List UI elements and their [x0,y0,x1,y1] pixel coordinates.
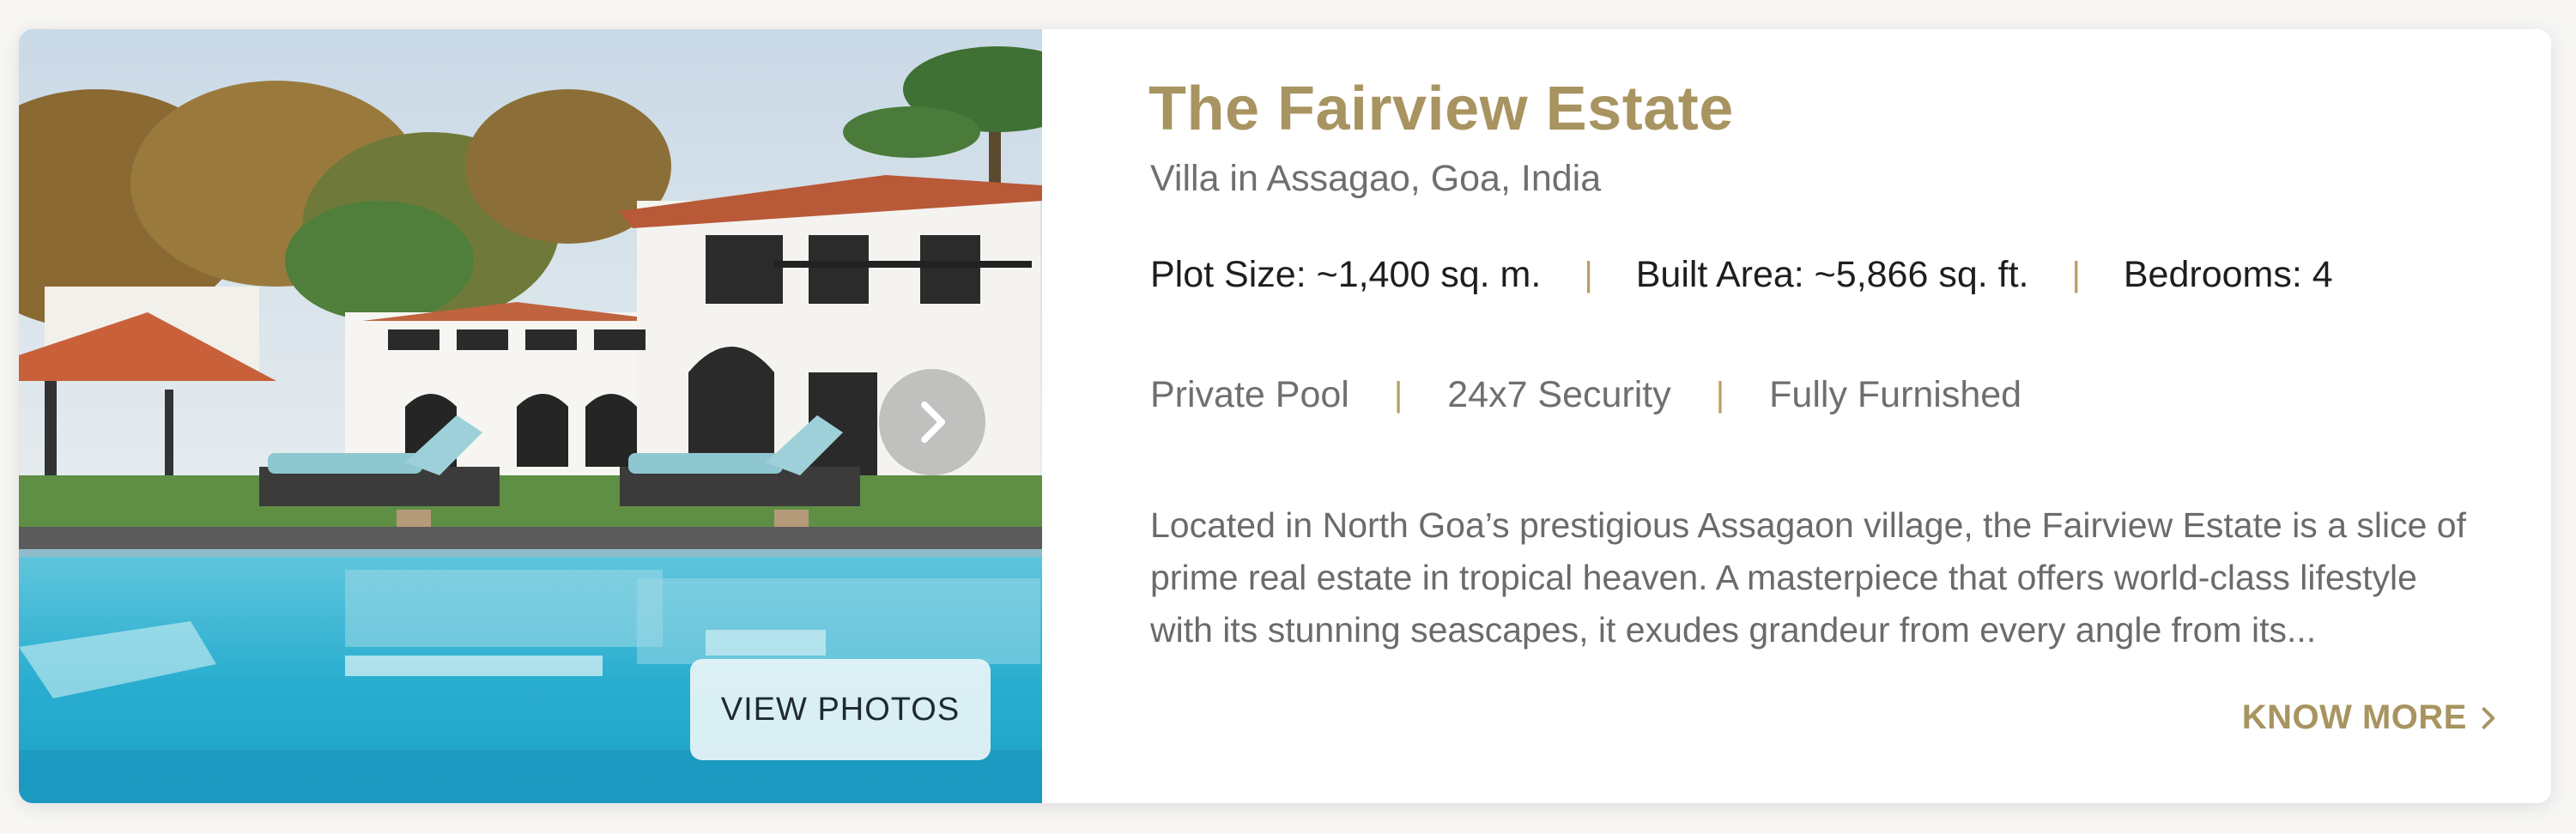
next-photo-button[interactable] [879,369,985,475]
spec-plot-size: Plot Size: ~1,400 sq. m. [1150,254,1542,295]
chevron-right-icon [921,401,946,444]
property-card: VIEW PHOTOS The Fairview Estate Villa in… [19,29,2551,803]
amenity-separator: | [1715,376,1725,414]
property-description: Located in North Goa’s prestigious Assag… [1150,505,2466,650]
spec-separator: | [2071,256,2081,293]
know-more-label: KNOW MORE [2241,698,2467,736]
property-details: The Fairview Estate Villa in Assagao, Go… [1042,29,2551,803]
spec-built-area: Built Area: ~5,866 sq. ft. [1635,254,2029,295]
spec-bedrooms: Bedrooms: 4 [2123,254,2333,295]
know-more-link[interactable]: KNOW MORE [2242,698,2498,737]
property-title[interactable]: The Fairview Estate [1149,74,1734,144]
amenity-security: 24x7 Security [1447,374,1671,415]
chevron-right-icon [2482,706,2495,729]
amenity-private-pool: Private Pool [1150,374,1349,415]
amenity-furnished: Fully Furnished [1769,374,2022,415]
amenity-separator: | [1393,376,1403,414]
property-specs: Plot Size: ~1,400 sq. m. | Built Area: ~… [1150,254,2333,296]
property-photo[interactable]: VIEW PHOTOS [19,29,1042,803]
property-location: Villa in Assagao, Goa, India [1150,158,1602,199]
view-photos-button[interactable]: VIEW PHOTOS [690,659,991,760]
spec-separator: | [1584,256,1593,293]
property-amenities: Private Pool | 24x7 Security | Fully Fur… [1150,374,2021,416]
